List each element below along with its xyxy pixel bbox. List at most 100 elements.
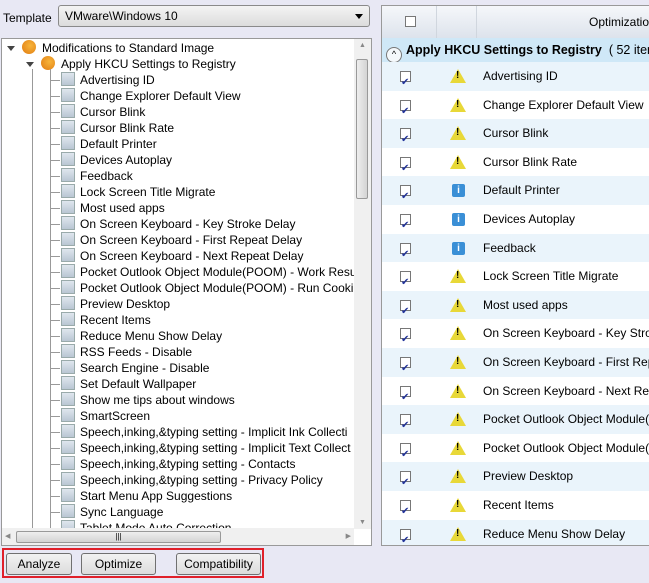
scroll-thumb[interactable]: ||| xyxy=(16,531,221,543)
setting-icon xyxy=(61,424,75,438)
optimization-column-header[interactable]: Optimizatio xyxy=(589,15,649,29)
row-checkbox[interactable] xyxy=(400,441,411,469)
table-row[interactable]: i Feedback xyxy=(382,233,649,269)
tree-item[interactable]: Feedback xyxy=(61,168,133,184)
group-title: Apply HKCU Settings to Registry xyxy=(406,43,602,57)
template-label: Template xyxy=(3,11,52,25)
table-row[interactable]: On Screen Keyboard - Key Strok xyxy=(382,319,649,355)
info-icon: i xyxy=(452,241,465,255)
tree-item[interactable]: Set Default Wallpaper xyxy=(61,376,196,392)
table-row[interactable]: i Default Printer xyxy=(382,176,649,212)
tree-item[interactable]: RSS Feeds - Disable xyxy=(61,344,192,360)
optimization-tree[interactable]: Modifications to Standard Image Apply HK… xyxy=(1,38,372,546)
table-row[interactable]: On Screen Keyboard - First Repe xyxy=(382,348,649,384)
tree-item-label: Pocket Outlook Object Module(POOM) - Wor… xyxy=(80,265,357,279)
tree-root[interactable]: Modifications to Standard Image xyxy=(42,40,214,56)
tree-item[interactable]: Lock Screen Title Migrate xyxy=(61,184,215,200)
tree-item[interactable]: Show me tips about windows xyxy=(61,392,235,408)
tree-item[interactable]: Speech,inking,&typing setting - Implicit… xyxy=(61,424,347,440)
row-checkbox[interactable] xyxy=(400,498,411,527)
row-name: Cursor Blink xyxy=(483,126,549,141)
tree-item[interactable]: On Screen Keyboard - Next Repeat Delay xyxy=(61,248,303,264)
row-checkbox[interactable] xyxy=(400,326,411,355)
table-row[interactable]: Pocket Outlook Object Module( xyxy=(382,433,649,469)
row-checkbox[interactable] xyxy=(400,241,411,269)
tree-item[interactable]: Advertising ID xyxy=(61,72,155,88)
tree-group[interactable]: Apply HKCU Settings to Registry xyxy=(61,56,236,72)
table-row[interactable]: On Screen Keyboard - Next Rep xyxy=(382,376,649,412)
setting-icon xyxy=(61,136,75,150)
table-row[interactable]: Cursor Blink xyxy=(382,119,649,155)
row-checkbox[interactable] xyxy=(400,298,411,326)
tree-item-label: Cursor Blink Rate xyxy=(80,121,175,135)
expand-arrow-icon[interactable] xyxy=(7,46,15,51)
tree-item[interactable]: Speech,inking,&typing setting - Implicit… xyxy=(61,440,351,456)
tree-item[interactable]: Sync Language xyxy=(61,504,163,520)
tree-item[interactable]: Devices Autoplay xyxy=(61,152,172,168)
tree-item[interactable]: Reduce Menu Show Delay xyxy=(61,328,222,344)
row-checkbox[interactable] xyxy=(400,69,411,98)
tree-item[interactable]: Cursor Blink xyxy=(61,104,145,120)
row-checkbox[interactable] xyxy=(400,212,411,241)
table-row[interactable]: Recent Items xyxy=(382,491,649,527)
tree-item[interactable]: Speech,inking,&typing setting - Privacy … xyxy=(61,472,323,488)
scroll-thumb[interactable] xyxy=(356,59,368,199)
optimize-button[interactable]: Optimize xyxy=(81,553,156,575)
tree-item[interactable]: SmartScreen xyxy=(61,408,150,424)
table-row[interactable]: Reduce Menu Show Delay xyxy=(382,519,649,545)
setting-icon xyxy=(61,488,75,502)
table-row[interactable]: Change Explorer Default View xyxy=(382,90,649,126)
tree-item[interactable]: Pocket Outlook Object Module(POOM) - Wor… xyxy=(61,264,357,280)
expand-arrow-icon[interactable] xyxy=(26,62,34,67)
setting-icon xyxy=(61,104,75,118)
warning-icon xyxy=(450,297,466,312)
tree-item-label: Set Default Wallpaper xyxy=(80,377,197,391)
row-checkbox[interactable] xyxy=(400,469,411,498)
table-row[interactable]: Lock Screen Title Migrate xyxy=(382,262,649,298)
tree-item-label: Advertising ID xyxy=(80,73,155,87)
horizontal-scrollbar[interactable]: ◀ ||| ▶ xyxy=(2,528,354,545)
tree-item-label: Pocket Outlook Object Module(POOM) - Run… xyxy=(80,281,354,295)
row-checkbox[interactable] xyxy=(400,183,411,212)
analyze-button[interactable]: Analyze xyxy=(6,553,72,575)
tree-item[interactable]: Speech,inking,&typing setting - Contacts xyxy=(61,456,295,472)
table-row[interactable]: Most used apps xyxy=(382,290,649,326)
tree-item[interactable]: Recent Items xyxy=(61,312,151,328)
tree-item[interactable]: Default Printer xyxy=(61,136,157,152)
table-row[interactable]: Pocket Outlook Object Module( xyxy=(382,405,649,441)
table-row[interactable]: i Devices Autoplay xyxy=(382,205,649,241)
tree-item[interactable]: Pocket Outlook Object Module(POOM) - Run… xyxy=(61,280,353,296)
tree-item[interactable]: Most used apps xyxy=(61,200,165,216)
collapse-icon[interactable]: ^ xyxy=(386,47,402,63)
tree-item-label: Recent Items xyxy=(80,313,151,327)
row-checkbox[interactable] xyxy=(400,384,411,412)
table-row[interactable]: Preview Desktop xyxy=(382,462,649,498)
tree-item[interactable]: Change Explorer Default View xyxy=(61,88,241,104)
chevron-down-icon xyxy=(355,14,363,19)
tree-item[interactable]: Cursor Blink Rate xyxy=(61,120,174,136)
tree-item[interactable]: Search Engine - Disable xyxy=(61,360,209,376)
compatibility-button[interactable]: Compatibility xyxy=(176,553,261,575)
setting-icon xyxy=(61,504,75,518)
tree-item[interactable]: On Screen Keyboard - Key Stroke Delay xyxy=(61,216,295,232)
row-checkbox[interactable] xyxy=(400,98,411,126)
vertical-scrollbar[interactable]: ▲ ▼ xyxy=(354,39,371,529)
setting-icon xyxy=(61,152,75,166)
row-checkbox[interactable] xyxy=(400,126,411,155)
tree-item-label: Devices Autoplay xyxy=(80,153,173,167)
tree-item[interactable]: Preview Desktop xyxy=(61,296,170,312)
row-checkbox[interactable] xyxy=(400,412,411,441)
row-name: On Screen Keyboard - First Repe xyxy=(483,355,649,369)
group-row[interactable]: ^ Apply HKCU Settings to Registry ( 52 it… xyxy=(382,38,649,63)
row-checkbox[interactable] xyxy=(400,269,411,298)
template-select[interactable]: VMware\Windows 10 xyxy=(58,5,370,27)
table-row[interactable]: Cursor Blink Rate xyxy=(382,147,649,183)
select-all-checkbox[interactable] xyxy=(405,16,416,27)
tree-item[interactable]: Start Menu App Suggestions xyxy=(61,488,232,504)
setting-icon xyxy=(61,280,75,294)
tree-item[interactable]: On Screen Keyboard - First Repeat Delay xyxy=(61,232,302,248)
row-checkbox[interactable] xyxy=(400,155,411,183)
table-row[interactable]: Advertising ID xyxy=(382,62,649,98)
row-checkbox[interactable] xyxy=(400,355,411,384)
row-checkbox[interactable] xyxy=(400,527,411,545)
